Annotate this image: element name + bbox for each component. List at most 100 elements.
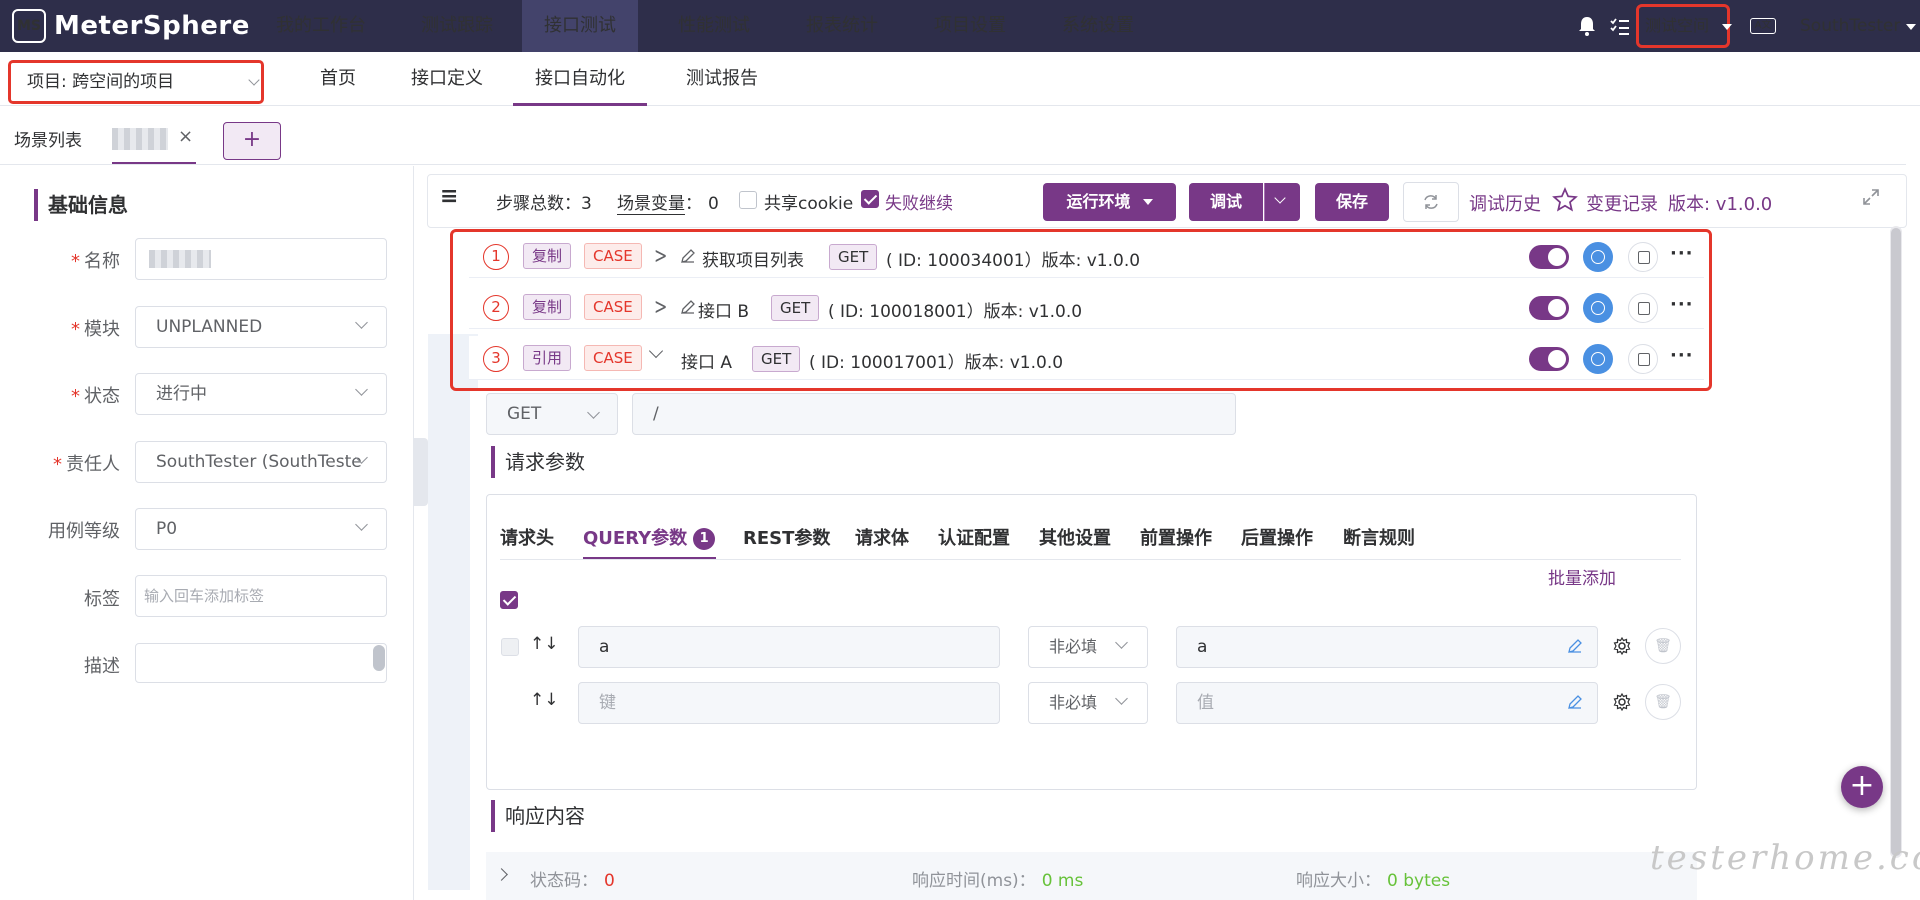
task-list-icon[interactable]: [1610, 18, 1630, 36]
response-summary-bar: [486, 852, 1697, 900]
module-select[interactable]: UNPLANNED: [135, 306, 387, 348]
param-key-input[interactable]: 键: [578, 682, 1000, 724]
tags-label: 标签: [84, 589, 120, 610]
basic-info-title: 基础信息: [34, 189, 128, 221]
workspace-caret-icon[interactable]: [1722, 24, 1732, 30]
edit-icon[interactable]: [1567, 694, 1583, 710]
response-time: 响应时间(ms)： 0 ms: [912, 871, 1084, 891]
nav-item-workbench[interactable]: 我的工作台: [254, 0, 388, 52]
case-level-select[interactable]: P0: [135, 508, 387, 550]
add-scenario-tab-button[interactable]: +: [223, 122, 281, 160]
star-icon[interactable]: [1552, 187, 1578, 213]
project-selector[interactable]: 项目: 跨空间的项目: [8, 60, 264, 104]
tab-divider: [500, 559, 1681, 560]
subnav-home[interactable]: 首页: [298, 52, 378, 106]
nav-item-report[interactable]: 报表统计: [784, 0, 900, 52]
response-title: 响应内容: [491, 800, 585, 832]
subnav-api-automation[interactable]: 接口自动化: [513, 52, 647, 106]
debug-history-link[interactable]: 调试历史: [1469, 190, 1541, 216]
textarea-scrollbar[interactable]: [373, 645, 385, 671]
workspace-switcher[interactable]: 测试空间: [1636, 4, 1730, 48]
subnav-test-report[interactable]: 测试报告: [664, 52, 780, 106]
close-icon[interactable]: ×: [178, 126, 193, 147]
settings-icon[interactable]: [1613, 693, 1631, 711]
user-caret-icon[interactable]: [1906, 24, 1916, 30]
param-key-input[interactable]: a: [578, 626, 1000, 668]
subnav-api-definition[interactable]: 接口定义: [389, 52, 505, 106]
owner-select[interactable]: SouthTester (SouthTeste: [135, 441, 387, 483]
share-cookie-label[interactable]: 共享cookie: [764, 189, 853, 214]
step-total: 步骤总数：3: [496, 194, 592, 214]
param-value-input[interactable]: a: [1176, 626, 1598, 668]
scene-variables[interactable]: 场景变量： 0: [617, 189, 719, 215]
debug-button[interactable]: 调试: [1189, 183, 1263, 221]
save-button[interactable]: 保存: [1315, 183, 1389, 221]
tab-other-settings[interactable]: 其他设置: [1039, 524, 1111, 550]
refresh-icon: [1424, 195, 1438, 209]
share-cookie-checkbox[interactable]: [739, 191, 757, 209]
fail-continue-label[interactable]: 失败继续: [885, 189, 953, 214]
tab-rest-params[interactable]: REST参数: [743, 524, 830, 550]
description-textarea[interactable]: [135, 643, 387, 683]
version-label: 版本: v1.0.0: [1668, 194, 1773, 215]
select-all-checkbox[interactable]: [500, 591, 518, 609]
sort-arrows-icon[interactable]: ↑↓: [530, 690, 559, 710]
tab-headers[interactable]: 请求头: [500, 524, 554, 550]
divider: [0, 164, 1906, 165]
tab-post-script[interactable]: 后置操作: [1241, 524, 1313, 550]
logo-icon: MS: [12, 9, 46, 43]
status-label: * 状态: [71, 386, 120, 407]
tags-input[interactable]: 输入回车添加标签: [135, 575, 387, 617]
tab-pre-script[interactable]: 前置操作: [1140, 524, 1212, 550]
name-value-redacted: [149, 250, 211, 268]
path-input[interactable]: /: [632, 393, 1236, 435]
tab-body[interactable]: 请求体: [855, 524, 909, 550]
nav-item-performance[interactable]: 性能测试: [656, 0, 772, 52]
name-label: * 名称: [71, 251, 120, 272]
tab-assertions[interactable]: 断言规则: [1343, 524, 1415, 550]
scenario-list-label[interactable]: 场景列表: [14, 126, 82, 151]
add-step-button[interactable]: +: [1841, 766, 1883, 808]
nav-item-system-settings[interactable]: 系统设置: [1040, 0, 1156, 52]
query-count-badge: 1: [693, 528, 716, 550]
delete-icon[interactable]: 🗑: [1645, 628, 1681, 664]
param-required-select[interactable]: 非必填: [1028, 626, 1148, 668]
nav-item-project-settings[interactable]: 项目设置: [912, 0, 1028, 52]
module-label: * 模块: [71, 319, 120, 340]
edit-icon[interactable]: [1567, 638, 1583, 654]
fullscreen-icon[interactable]: [1862, 188, 1880, 206]
tab-query-params[interactable]: QUERY参数 1: [583, 524, 716, 550]
batch-add-link[interactable]: 批量添加: [1548, 564, 1616, 589]
panel-collapse-handle[interactable]: [414, 438, 428, 506]
param-required-select[interactable]: 非必填: [1028, 682, 1148, 724]
request-params-title: 请求参数: [491, 446, 585, 478]
bell-icon[interactable]: [1578, 16, 1596, 36]
change-log-link[interactable]: 变更记录: [1586, 190, 1658, 216]
status-select[interactable]: 进行中: [135, 373, 387, 415]
watermark: testerhome.com: [1650, 838, 1920, 878]
app-logo[interactable]: MS MeterSphere: [12, 6, 250, 46]
owner-label: * 责任人: [53, 454, 120, 475]
run-environment-button[interactable]: 运行环境: [1043, 183, 1176, 221]
menu-icon[interactable]: ≡: [440, 184, 458, 209]
nav-item-api-test[interactable]: 接口测试: [522, 0, 638, 52]
description-label: 描述: [84, 656, 120, 677]
nav-item-test-track[interactable]: 测试跟踪: [399, 0, 515, 52]
sub-nav: [0, 52, 1920, 106]
row-checkbox[interactable]: [501, 638, 519, 656]
user-menu[interactable]: SouthTester: [1800, 0, 1900, 52]
case-level-label: 用例等级: [48, 521, 120, 542]
scrollbar-thumb[interactable]: [1891, 228, 1901, 856]
app-name: MeterSphere: [54, 11, 250, 41]
delete-icon[interactable]: 🗑: [1645, 684, 1681, 720]
debug-dropdown-button[interactable]: [1264, 183, 1300, 221]
settings-icon[interactable]: [1613, 637, 1631, 655]
sort-arrows-icon[interactable]: ↑↓: [530, 634, 559, 654]
language-icon[interactable]: A文: [1750, 18, 1776, 34]
fail-continue-checkbox[interactable]: [861, 190, 879, 208]
response-size: 响应大小： 0 bytes: [1296, 871, 1451, 891]
caret-down-icon[interactable]: [1143, 199, 1153, 205]
tab-auth[interactable]: 认证配置: [938, 524, 1010, 550]
param-value-input[interactable]: 值: [1176, 682, 1598, 724]
scenario-tab-name-redacted: [112, 128, 168, 150]
